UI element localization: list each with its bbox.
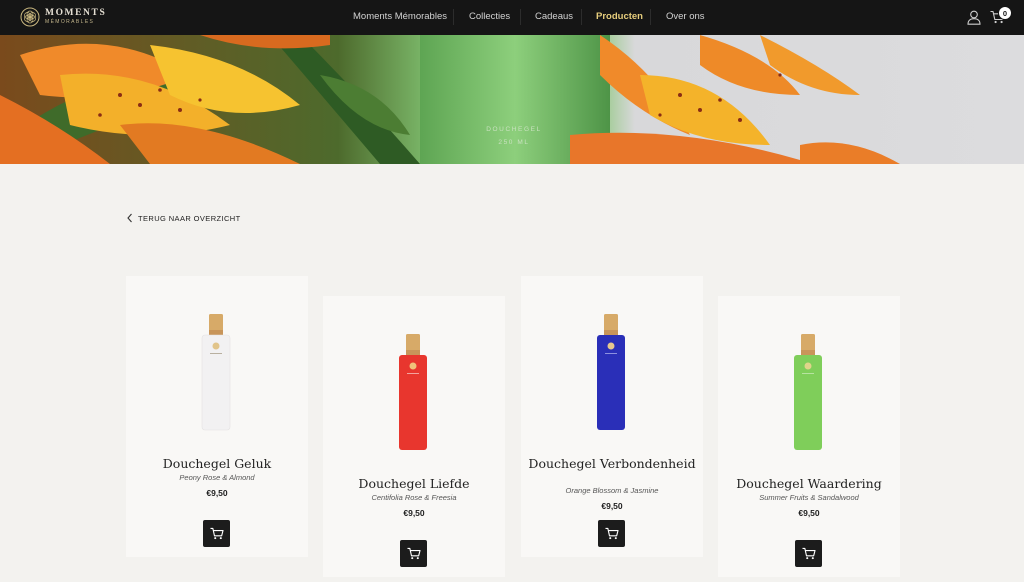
cart-icon (605, 527, 619, 540)
product-bottle-image[interactable] (198, 310, 234, 432)
product-price: €9,50 (601, 501, 623, 511)
top-navigation-bar: MOMENTS MÉMORABLES Moments Mémorables Co… (0, 0, 1024, 35)
banner-product-type: DOUCHEGEL (486, 126, 542, 133)
product-name[interactable]: Douchegel Verbondenheid (521, 457, 703, 470)
hero-banner: DOUCHEGEL 250 ML (0, 35, 1024, 164)
product-name[interactable]: Douchegel Waardering (718, 477, 900, 490)
product-bottle-image[interactable] (395, 330, 431, 452)
product-card[interactable]: Douchegel Liefde Centifolia Rose & Frees… (323, 296, 505, 577)
add-to-cart-button[interactable] (795, 540, 822, 567)
brand-logo[interactable]: MOMENTS MÉMORABLES (20, 7, 106, 27)
add-to-cart-button[interactable] (598, 520, 625, 547)
product-bottle-image[interactable] (790, 330, 826, 452)
add-to-cart-button[interactable] (400, 540, 427, 567)
product-notes: Summer Fruits & Sandalwood (759, 493, 859, 502)
banner-volume: 250 ML (498, 139, 530, 146)
nav-item-collecties[interactable]: Collecties (469, 11, 510, 22)
brand-wordmark: MOMENTS MÉMORABLES (45, 7, 107, 26)
nav-item-cadeaus[interactable]: Cadeaus (535, 11, 573, 22)
product-price: €9,50 (403, 508, 425, 518)
cart-count-badge[interactable]: 0 (999, 7, 1011, 19)
nav-divider (581, 9, 582, 25)
product-name[interactable]: Douchegel Geluk (126, 457, 308, 470)
product-card[interactable]: Douchegel Geluk Peony Rose & Almond €9,5… (126, 276, 308, 557)
nav-divider (650, 9, 651, 25)
product-bottle-image[interactable] (593, 310, 629, 432)
cart-icon (210, 527, 224, 540)
product-price: €9,50 (798, 508, 820, 518)
product-card[interactable]: Douchegel Verbondenheid Orange Blossom &… (521, 276, 703, 557)
product-notes: Orange Blossom & Jasmine (565, 486, 659, 495)
brand-name: MOMENTS (45, 7, 107, 18)
add-to-cart-button[interactable] (203, 520, 230, 547)
cart-icon (407, 547, 421, 560)
back-link-label: TERUG NAAR OVERZICHT (138, 213, 241, 223)
product-notes: Centifolia Rose & Freesia (371, 493, 457, 502)
nav-divider (520, 9, 521, 25)
user-icon[interactable] (967, 10, 981, 25)
nav-divider (453, 9, 454, 25)
nav-item-producten[interactable]: Producten (596, 11, 643, 22)
flower-of-life-icon (20, 7, 40, 27)
nav-item-moments-memorables[interactable]: Moments Mémorables (353, 11, 447, 22)
product-card[interactable]: Douchegel Waardering Summer Fruits & San… (718, 296, 900, 577)
product-name[interactable]: Douchegel Liefde (323, 477, 505, 490)
product-notes: Peony Rose & Almond (179, 473, 255, 482)
product-price: €9,50 (206, 488, 228, 498)
cart-icon (802, 547, 816, 560)
back-to-overview-link[interactable]: TERUG NAAR OVERZICHT (126, 213, 241, 223)
brand-tagline: MÉMORABLES (45, 19, 95, 26)
nav-item-over-ons[interactable]: Over ons (666, 11, 705, 22)
chevron-left-icon (127, 213, 132, 223)
